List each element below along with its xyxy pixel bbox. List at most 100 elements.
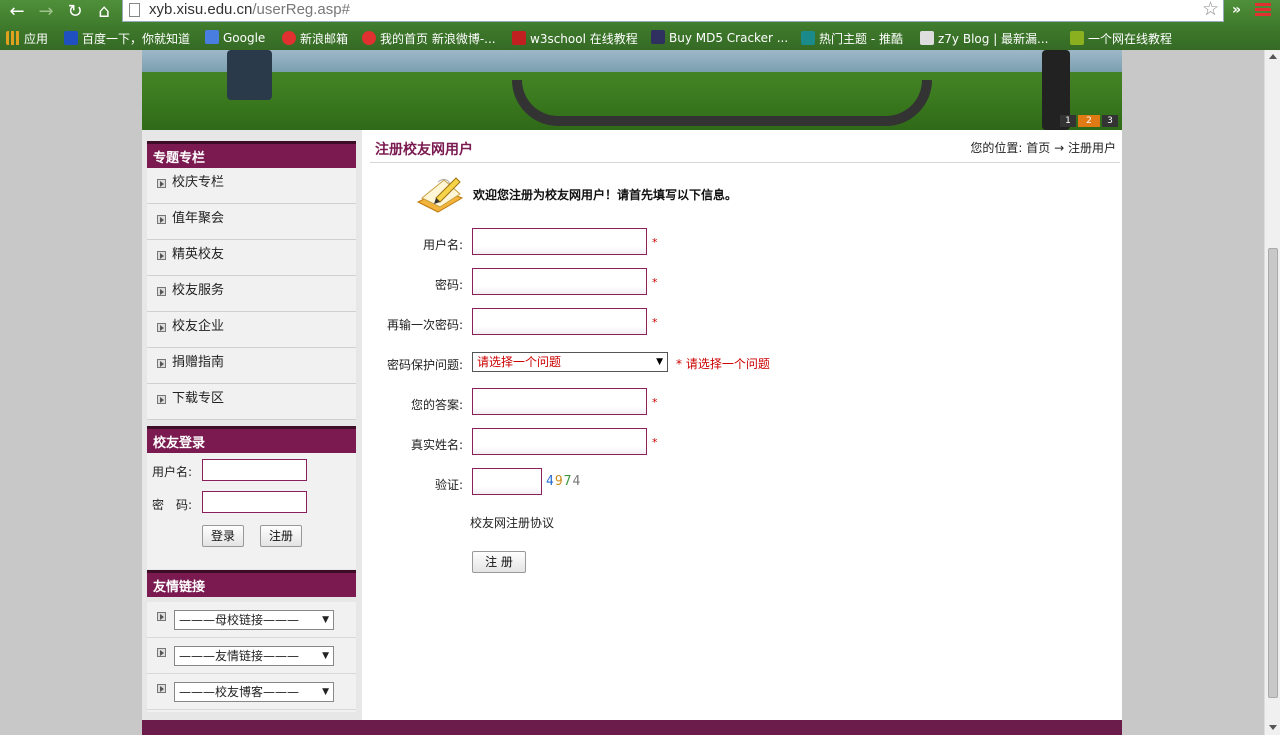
bullet-icon bbox=[157, 287, 166, 296]
topic-item[interactable]: 校友企业 bbox=[147, 312, 356, 348]
friend-links-select[interactable]: ———友情链接——— ▼ bbox=[174, 646, 334, 666]
page-title: 注册校友网用户 bbox=[375, 142, 473, 158]
scroll-up-icon[interactable] bbox=[1269, 54, 1277, 59]
bullet-icon bbox=[157, 395, 166, 404]
vertical-scrollbar[interactable] bbox=[1264, 50, 1280, 735]
answer-label: 您的答案: bbox=[410, 398, 463, 412]
login-password-input[interactable] bbox=[202, 491, 307, 513]
bookmark-md5[interactable]: Buy MD5 Cracker ... bbox=[651, 30, 788, 45]
required-mark: * bbox=[652, 396, 658, 409]
pager-3[interactable]: 3 bbox=[1102, 115, 1118, 127]
bookmark-baidu[interactable]: 百度一下，你就知道 bbox=[64, 30, 190, 47]
z7y-icon bbox=[920, 31, 934, 45]
pager-2[interactable]: 2 bbox=[1078, 115, 1100, 127]
links-box: ———母校链接——— ▼ ———友情链接——— ▼ ———校友博客——— ▼ bbox=[147, 602, 356, 712]
security-question-label: 密码保护问题: bbox=[386, 358, 463, 372]
login-username-input[interactable] bbox=[202, 459, 307, 481]
username-label: 用户名: bbox=[422, 238, 463, 252]
real-name-label: 真实姓名: bbox=[410, 438, 463, 452]
topic-item[interactable]: 精英校友 bbox=[147, 240, 356, 276]
bookmark-google[interactable]: Google bbox=[205, 30, 265, 45]
breadcrumb: 您的位置: 首页 → 注册用户 bbox=[970, 141, 1116, 155]
security-question-select[interactable]: 请选择一个问题 ▼ bbox=[472, 352, 668, 372]
register-link-button[interactable]: 注册 bbox=[260, 525, 302, 547]
bullet-icon bbox=[157, 359, 166, 368]
topic-item[interactable]: 校庆专栏 bbox=[147, 168, 356, 204]
scroll-thumb[interactable] bbox=[1268, 248, 1278, 698]
bookmark-w3school[interactable]: w3school 在线教程 bbox=[512, 30, 638, 47]
link-row: ———校友博客——— ▼ bbox=[147, 674, 356, 710]
home-icon[interactable]: ⌂ bbox=[93, 1, 115, 23]
site-banner: 123 bbox=[142, 50, 1122, 130]
dropdown-arrow-icon: ▼ bbox=[322, 651, 329, 661]
confirm-password-label: 再输一次密码: bbox=[386, 318, 463, 332]
required-mark: * bbox=[652, 436, 658, 449]
required-mark: * bbox=[652, 236, 658, 249]
links-heading: 友情链接 bbox=[147, 570, 356, 597]
breadcrumb-current: 注册用户 bbox=[1067, 141, 1116, 155]
required-mark: * bbox=[652, 316, 658, 329]
reload-icon[interactable]: ↻ bbox=[64, 1, 86, 23]
bullet-icon bbox=[157, 648, 166, 657]
topic-item[interactable]: 捐赠指南 bbox=[147, 348, 356, 384]
banner-people bbox=[227, 50, 272, 100]
extensions-overflow[interactable]: » bbox=[1232, 2, 1241, 18]
forward-icon[interactable]: → bbox=[35, 1, 57, 23]
breadcrumb-home[interactable]: 首页 bbox=[1026, 141, 1050, 155]
answer-input[interactable] bbox=[472, 388, 647, 415]
md5-icon bbox=[651, 30, 665, 44]
google-icon bbox=[205, 30, 219, 44]
baidu-icon bbox=[64, 31, 78, 45]
login-password-label: 密 码: bbox=[152, 498, 193, 512]
required-mark: * bbox=[652, 276, 658, 289]
bullet-icon bbox=[157, 215, 166, 224]
sina-icon bbox=[282, 31, 296, 45]
back-icon[interactable]: ← bbox=[6, 1, 28, 23]
agreement-link[interactable]: 校友网注册协议 bbox=[470, 514, 554, 531]
footer-bar bbox=[142, 720, 1122, 735]
alma-mater-links-select[interactable]: ———母校链接——— ▼ bbox=[174, 610, 334, 630]
bullet-icon bbox=[157, 612, 166, 621]
topic-item[interactable]: 校友服务 bbox=[147, 276, 356, 312]
bookmark-sina-mail[interactable]: 新浪邮箱 bbox=[282, 30, 348, 47]
sidebar: 专题专栏 校庆专栏 值年聚会 精英校友 校友服务 校友企业 捐赠指南 下载专区 … bbox=[142, 130, 362, 720]
password-label: 密码: bbox=[434, 278, 463, 292]
topic-item[interactable]: 下载专区 bbox=[147, 384, 356, 420]
dropdown-arrow-icon: ▼ bbox=[322, 687, 329, 697]
star-icon[interactable]: ☆ bbox=[1202, 0, 1219, 20]
confirm-password-input[interactable] bbox=[472, 308, 647, 335]
breadcrumb-arrow: → bbox=[1054, 141, 1065, 155]
bookmark-yiwang[interactable]: 一个网在线教程 bbox=[1070, 30, 1172, 47]
question-hint: * 请选择一个问题 bbox=[676, 357, 770, 371]
bullet-icon bbox=[157, 179, 166, 188]
pager-1[interactable]: 1 bbox=[1060, 115, 1076, 127]
login-box: 用户名: 密 码: 登录 注册 bbox=[147, 453, 356, 569]
bookmark-apps[interactable]: 应用 bbox=[6, 30, 48, 47]
menu-icon[interactable] bbox=[1255, 3, 1271, 19]
scroll-down-icon[interactable] bbox=[1269, 725, 1277, 730]
captcha-digit: 4 bbox=[546, 474, 555, 489]
page-icon bbox=[129, 3, 140, 17]
bookmark-z7y[interactable]: z7y Blog | 最新漏... bbox=[920, 30, 1049, 47]
real-name-input[interactable] bbox=[472, 428, 647, 455]
bookmark-tuicool[interactable]: 热门主题 - 推酷 bbox=[801, 30, 903, 47]
address-bar[interactable]: xyb.xisu.edu.cn/userReg.asp# ☆ bbox=[122, 0, 1224, 22]
browser-toolbar: ← → ↻ ⌂ xyb.xisu.edu.cn/userReg.asp# ☆ » bbox=[0, 0, 1280, 26]
login-button[interactable]: 登录 bbox=[202, 525, 244, 547]
topic-item[interactable]: 值年聚会 bbox=[147, 204, 356, 240]
login-heading: 校友登录 bbox=[147, 426, 356, 453]
username-input[interactable] bbox=[472, 228, 647, 255]
w3school-icon bbox=[512, 31, 526, 45]
weibo-icon bbox=[362, 31, 376, 45]
road-graphic bbox=[512, 80, 932, 126]
alumni-blog-select[interactable]: ———校友博客——— ▼ bbox=[174, 682, 334, 702]
link-row: ———友情链接——— ▼ bbox=[147, 638, 356, 674]
submit-register-button[interactable]: 注 册 bbox=[472, 551, 526, 573]
tuicool-icon bbox=[801, 31, 815, 45]
bookmark-weibo[interactable]: 我的首页 新浪微博-... bbox=[362, 30, 496, 47]
captcha-input[interactable] bbox=[472, 468, 542, 495]
bullet-icon bbox=[157, 323, 166, 332]
captcha-image[interactable]: 4974 bbox=[546, 474, 581, 489]
password-input[interactable] bbox=[472, 268, 647, 295]
captcha-digit: 4 bbox=[572, 474, 582, 489]
